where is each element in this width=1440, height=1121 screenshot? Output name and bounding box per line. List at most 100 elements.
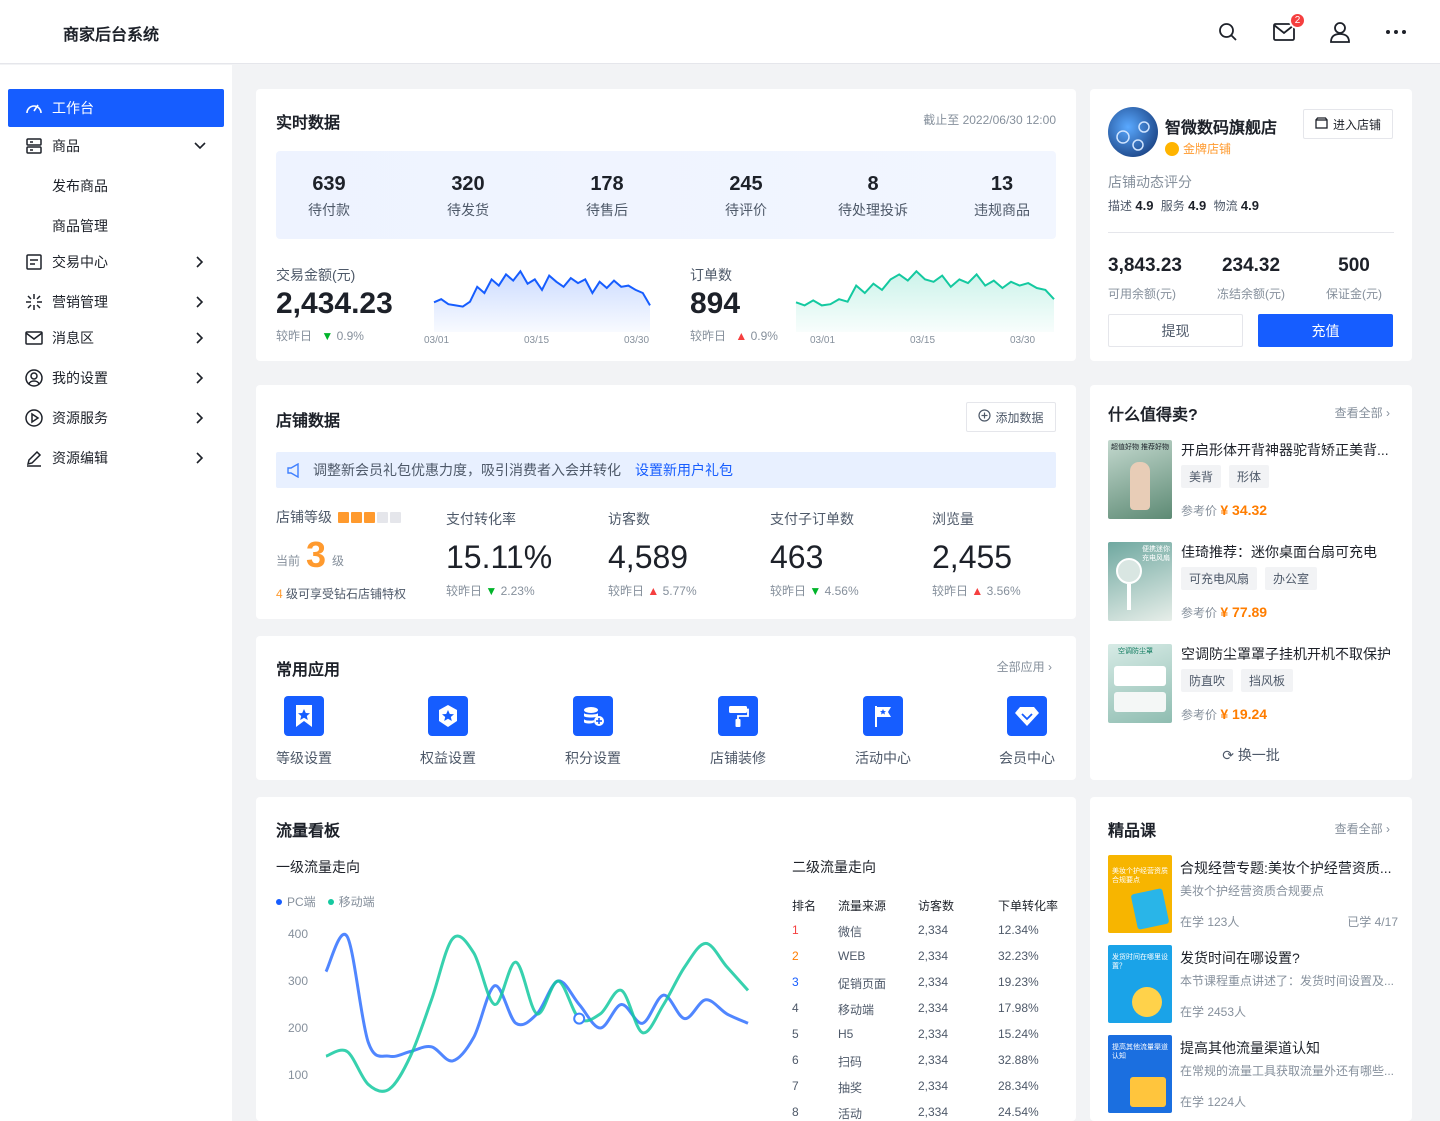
product-tags: 美背 形体 <box>1181 465 1277 488</box>
metric-sub-orders[interactable]: 支付子订单数 463 较昨日 ▼ 4.56% <box>770 509 859 599</box>
enter-shop-button[interactable]: 进入店铺 <box>1303 109 1393 139</box>
sidebar-item-resource-edit[interactable]: 资源编辑 <box>8 439 224 477</box>
table-cell: 5 <box>792 1027 799 1041</box>
chevron-right-icon <box>192 410 208 426</box>
table-row[interactable]: 2 WEB 2,334 32.23% <box>792 945 1062 971</box>
mail-icon[interactable]: 2 <box>1272 12 1306 44</box>
sidebar-item-label: 发布商品 <box>52 178 108 194</box>
notice-text: 调整新会员礼包优惠力度，吸引消费者入会并转化 <box>313 462 621 478</box>
course-learners: 在学 1224人 <box>1180 1095 1247 1109</box>
user-icon[interactable] <box>1328 20 1352 44</box>
sidebar-item-resource-service[interactable]: 资源服务 <box>8 399 224 437</box>
app-points-settings[interactable]: 积分设置 <box>553 696 633 768</box>
sidebar-item-label: 资源服务 <box>52 410 108 426</box>
add-data-button[interactable]: 添加数据 <box>966 402 1056 432</box>
metric-pageviews[interactable]: 浏览量 2,455 较昨日 ▲ 3.56% <box>932 509 1021 599</box>
table-cell: 2,334 <box>918 975 949 989</box>
table-cell: H5 <box>838 1027 854 1041</box>
product-price: 参考价 ¥ 19.24 <box>1181 706 1268 722</box>
table-cell: 4 <box>792 1001 799 1015</box>
series-line-pc <box>324 932 749 1063</box>
shop-card: 智微数码旗舰店 金牌店铺 进入店铺 店铺动态评分 描述 4.9 服务 4.9 物… <box>1090 89 1412 361</box>
app-shop-decoration[interactable]: 店铺装修 <box>698 696 778 768</box>
sidebar-item-trade[interactable]: 交易中心 <box>8 243 224 281</box>
app-member-center[interactable]: 会员中心 <box>987 696 1067 768</box>
list-item[interactable]: 超值好物 推荐好物 开启形体开背神器驼背矫正美背... 美背 形体 参考价 ¥ 3… <box>1108 440 1398 520</box>
stat-violations[interactable]: 13 违规商品 <box>942 173 1062 220</box>
list-item[interactable]: 发货时间在哪里设置？ 发货时间在哪设置? 本节课程重点讲述了：发货时间设置及..… <box>1108 945 1398 1023</box>
arrow-down-icon: ▼ <box>485 584 498 598</box>
rating-title: 店铺动态评分 <box>1108 174 1192 190</box>
stat-pending-shipment[interactable]: 320 待发货 <box>408 173 528 220</box>
legend-mobile: 移动端 <box>338 895 375 909</box>
table-row[interactable]: 7 抽奖 2,334 28.34% <box>792 1075 1062 1101</box>
play-icon <box>24 408 44 428</box>
product-tags: 可充电风扇 办公室 <box>1181 567 1325 590</box>
courses-title: 精品课 <box>1108 823 1157 840</box>
sidebar-item-publish-goods[interactable]: 发布商品 <box>8 167 224 205</box>
courses-view-all[interactable]: 查看全部 › <box>1335 820 1390 837</box>
list-item[interactable]: 空调防尘罩 空调防尘罩罩子挂机开机不取保护 防直吹 挡风板 参考价 ¥ 19.24 <box>1108 644 1398 724</box>
table-cell: 19.23% <box>998 975 1039 989</box>
goods-icon <box>24 136 44 156</box>
legend-pc: PC端 <box>287 895 316 909</box>
hot-view-all[interactable]: 查看全部 › <box>1335 404 1390 421</box>
notice-link[interactable]: 设置新用户礼包 <box>635 460 733 480</box>
series-line-mobile <box>325 934 750 1093</box>
stat-pending-complaints[interactable]: 8 待处理投诉 <box>813 173 933 220</box>
sidebar-item-label: 消息区 <box>52 330 94 346</box>
table-cell: 15.24% <box>998 1027 1039 1041</box>
sidebar-item-marketing[interactable]: 营销管理 <box>8 283 224 321</box>
sidebar-item-label: 我的设置 <box>52 370 108 386</box>
app-level-settings[interactable]: 等级设置 <box>264 696 344 768</box>
course-desc: 本节课程重点讲述了：发货时间设置及... <box>1180 974 1395 988</box>
table-row[interactable]: 5 H5 2,334 15.24% <box>792 1023 1062 1049</box>
stat-pending-aftersale[interactable]: 178 待售后 <box>547 173 667 220</box>
table-row[interactable]: 4 移动端 2,334 17.98% <box>792 997 1062 1023</box>
all-apps-link[interactable]: 全部应用 › <box>997 658 1052 675</box>
sidebar-item-messages[interactable]: 消息区 <box>8 319 224 357</box>
table-cell: 1 <box>792 923 799 937</box>
sidebar-item-label: 工作台 <box>52 100 94 116</box>
hot-products-card: 什么值得卖? 查看全部 › 超值好物 推荐好物 开启形体开背神器驼背矫正美背..… <box>1090 385 1412 780</box>
withdraw-button[interactable]: 提现 <box>1108 314 1243 347</box>
app-activity-center[interactable]: 活动中心 <box>843 696 923 768</box>
list-item[interactable]: 美妆个护经营资质合规要点 合规经营专题:美妆个护经营资质... 美妆个护经营资质… <box>1108 855 1398 933</box>
sidebar-item-label: 营销管理 <box>52 294 108 310</box>
stat-pending-payment[interactable]: 639 待付款 <box>269 173 389 220</box>
app-rights-settings[interactable]: 权益设置 <box>408 696 488 768</box>
refresh-button[interactable]: ⟳ 换一批 <box>1090 745 1412 765</box>
course-progress: 已学 4/17 <box>1347 915 1398 929</box>
table-cell: 移动端 <box>838 1003 875 1017</box>
table-row[interactable]: 6 扫码 2,334 32.88% <box>792 1049 1062 1075</box>
sidebar-item-workbench[interactable]: 工作台 <box>8 89 224 127</box>
metric-visitors[interactable]: 访客数 4,589 较昨日 ▲ 5.77% <box>608 509 697 599</box>
course-title: 提高其他流量渠道认知 <box>1180 1040 1320 1056</box>
table-cell: 24.54% <box>998 1105 1039 1119</box>
search-icon[interactable] <box>1216 20 1240 44</box>
course-title: 发货时间在哪设置? <box>1180 950 1300 966</box>
sidebar-item-goods[interactable]: 商品 <box>8 127 224 165</box>
table-row[interactable]: 8 活动 2,334 24.54% <box>792 1101 1062 1121</box>
list-item[interactable]: 便携迷你 充电风扇 佳琦推荐：迷你桌面台扇可充电 可充电风扇 办公室 参考价 ¥ … <box>1108 542 1398 622</box>
stat-pending-review[interactable]: 245 待评价 <box>686 173 806 220</box>
course-thumbnail: 发货时间在哪里设置？ <box>1108 945 1172 1023</box>
mail-icon <box>24 328 44 348</box>
orders-date-start: 03/01 <box>810 335 836 346</box>
arrow-up-icon: ▲ <box>735 329 748 343</box>
amount-compare: 较昨日 ▼ 0.9% <box>276 329 364 343</box>
metric-pay-conversion[interactable]: 支付转化率 15.11% 较昨日 ▼ 2.23% <box>446 509 552 599</box>
level-blocks <box>338 511 403 523</box>
megaphone-icon <box>286 462 303 478</box>
arrow-up-icon: ▲ <box>647 584 660 598</box>
table-row[interactable]: 1 微信 2,334 12.34% <box>792 919 1062 945</box>
recharge-button[interactable]: 充值 <box>1258 314 1393 347</box>
sidebar-item-label: 商品 <box>52 138 80 154</box>
table-row[interactable]: 3 促销页面 2,334 19.23% <box>792 971 1062 997</box>
y-tick-label: 200 <box>288 1021 308 1035</box>
sidebar-item-manage-goods[interactable]: 商品管理 <box>8 207 224 245</box>
list-item[interactable]: 提高其他流量渠道认知 提高其他流量渠道认知 在常规的流量工具获取流量外还有哪些.… <box>1108 1035 1398 1113</box>
sidebar-item-my-settings[interactable]: 我的设置 <box>8 359 224 397</box>
more-icon[interactable] <box>1384 20 1408 44</box>
level-icon <box>284 696 324 736</box>
